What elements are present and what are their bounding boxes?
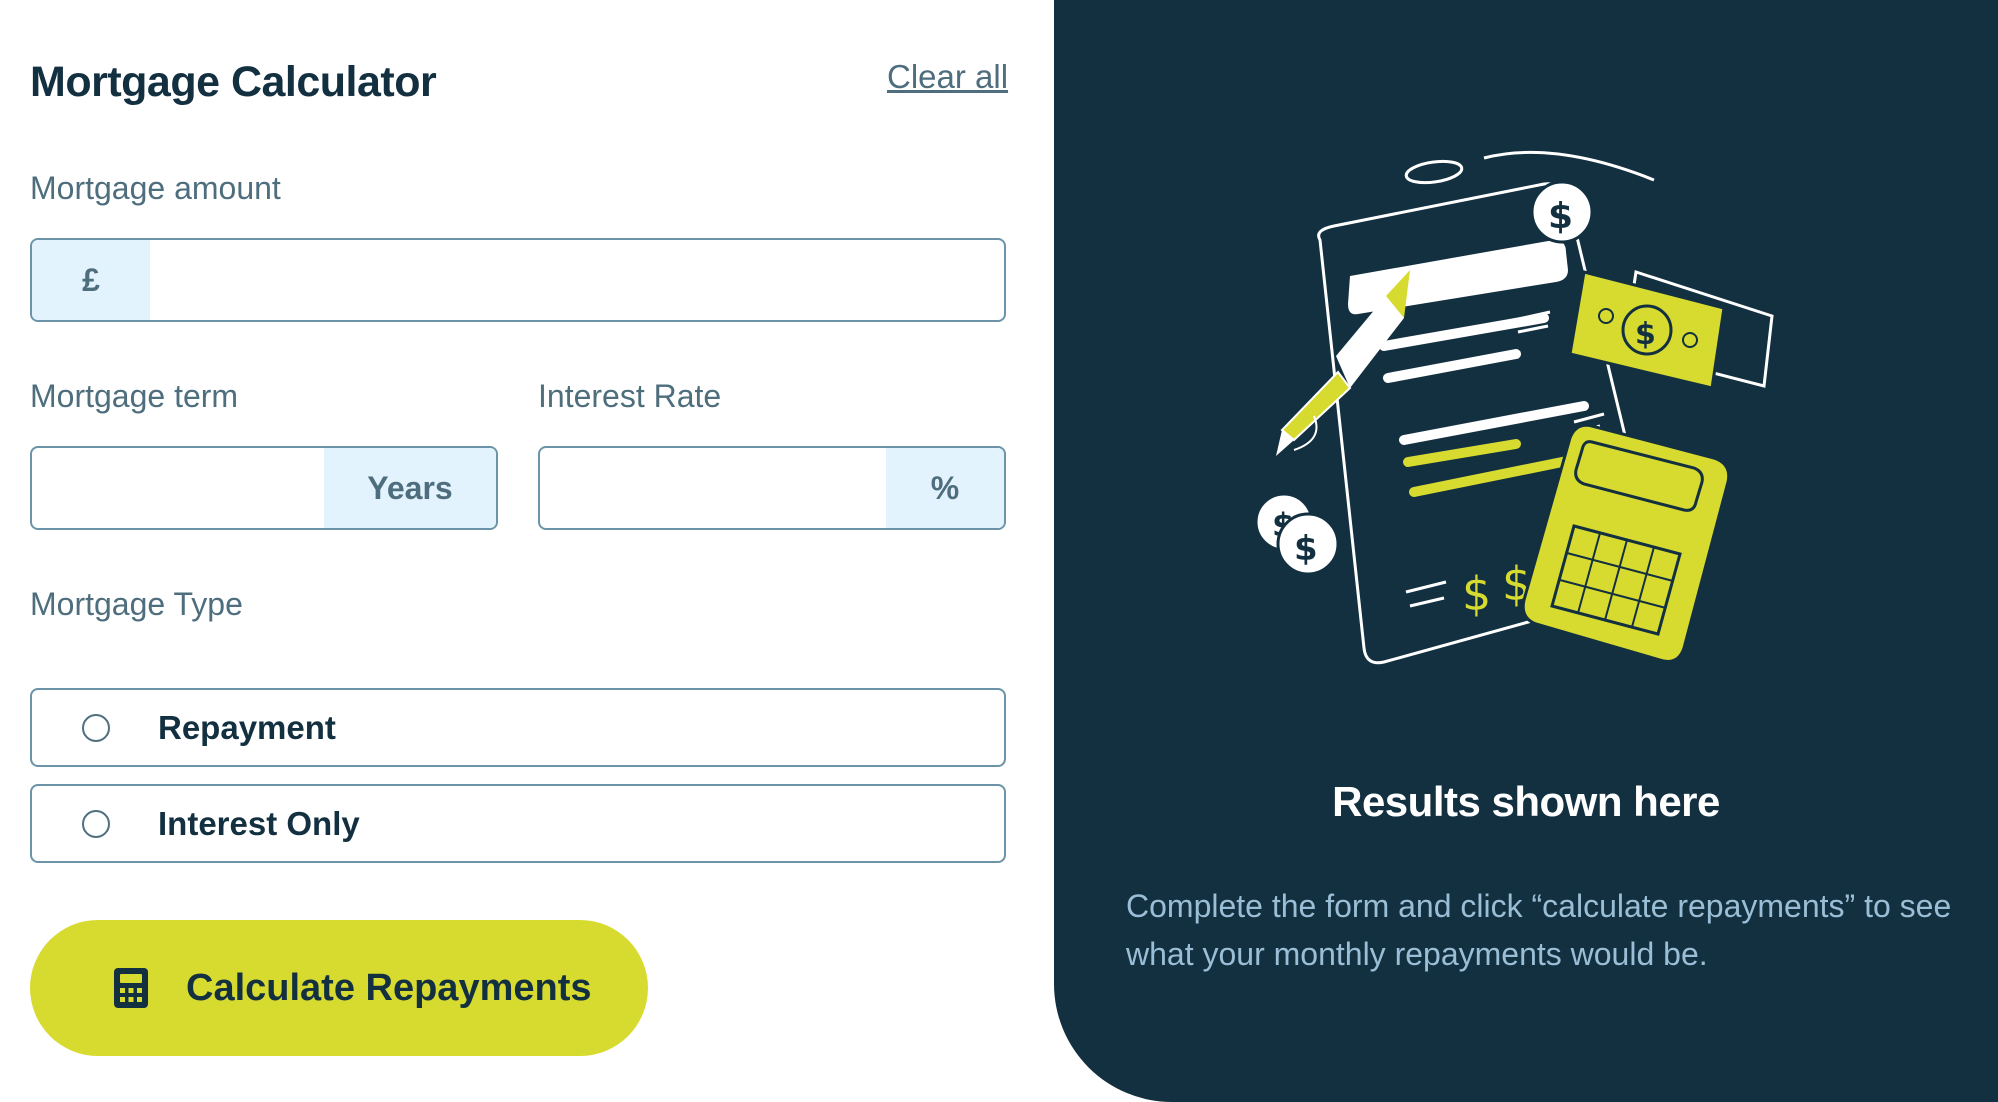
mortgage-term-input[interactable] — [32, 448, 324, 528]
mortgage-type-label: Mortgage Type — [30, 586, 243, 622]
interest-rate-field[interactable]: % — [538, 446, 1006, 530]
results-description: Complete the form and click “calculate r… — [1126, 888, 1952, 972]
years-suffix: Years — [324, 448, 496, 528]
mortgage-term-label: Mortgage term — [30, 378, 239, 414]
radio-label: Interest Only — [158, 804, 360, 842]
radio-option-interest-only[interactable]: Interest Only — [30, 784, 1006, 863]
interest-rate-input[interactable] — [540, 448, 886, 528]
interest-rate-label: Interest Rate — [538, 378, 722, 414]
svg-text:$: $ — [1462, 567, 1491, 621]
svg-text:$: $ — [1548, 196, 1573, 237]
mortgage-amount-field[interactable]: £ — [30, 238, 1006, 322]
svg-text:$: $ — [1294, 529, 1318, 569]
radio-label: Repayment — [158, 708, 336, 746]
calculator-form-panel: Mortgage Calculator Clear all Mortgage a… — [0, 0, 1054, 1102]
radio-button[interactable] — [82, 713, 110, 742]
svg-text:$: $ — [1635, 317, 1656, 352]
results-title: Results shown here — [1332, 778, 1720, 825]
radio-option-repayment[interactable]: Repayment — [30, 688, 1006, 767]
clear-all-link[interactable]: Clear all — [887, 58, 1008, 96]
calculate-button-label: Calculate Repayments — [186, 966, 592, 1009]
mortgage-amount-label: Mortgage amount — [30, 170, 281, 206]
mortgage-term-field[interactable]: Years — [30, 446, 498, 530]
mortgage-amount-input[interactable] — [150, 240, 1004, 320]
radio-button[interactable] — [82, 809, 110, 838]
calculator-icon — [114, 968, 148, 1008]
empty-results-illustration: $ $ $ $ $ $ $ — [1254, 150, 1774, 665]
percent-suffix: % — [886, 448, 1004, 528]
page-title: Mortgage Calculator — [30, 58, 437, 106]
currency-prefix: £ — [32, 240, 150, 320]
calculate-repayments-button[interactable]: Calculate Repayments — [30, 920, 648, 1056]
results-panel: $ $ $ $ $ $ $ Results — [1054, 0, 1998, 1102]
